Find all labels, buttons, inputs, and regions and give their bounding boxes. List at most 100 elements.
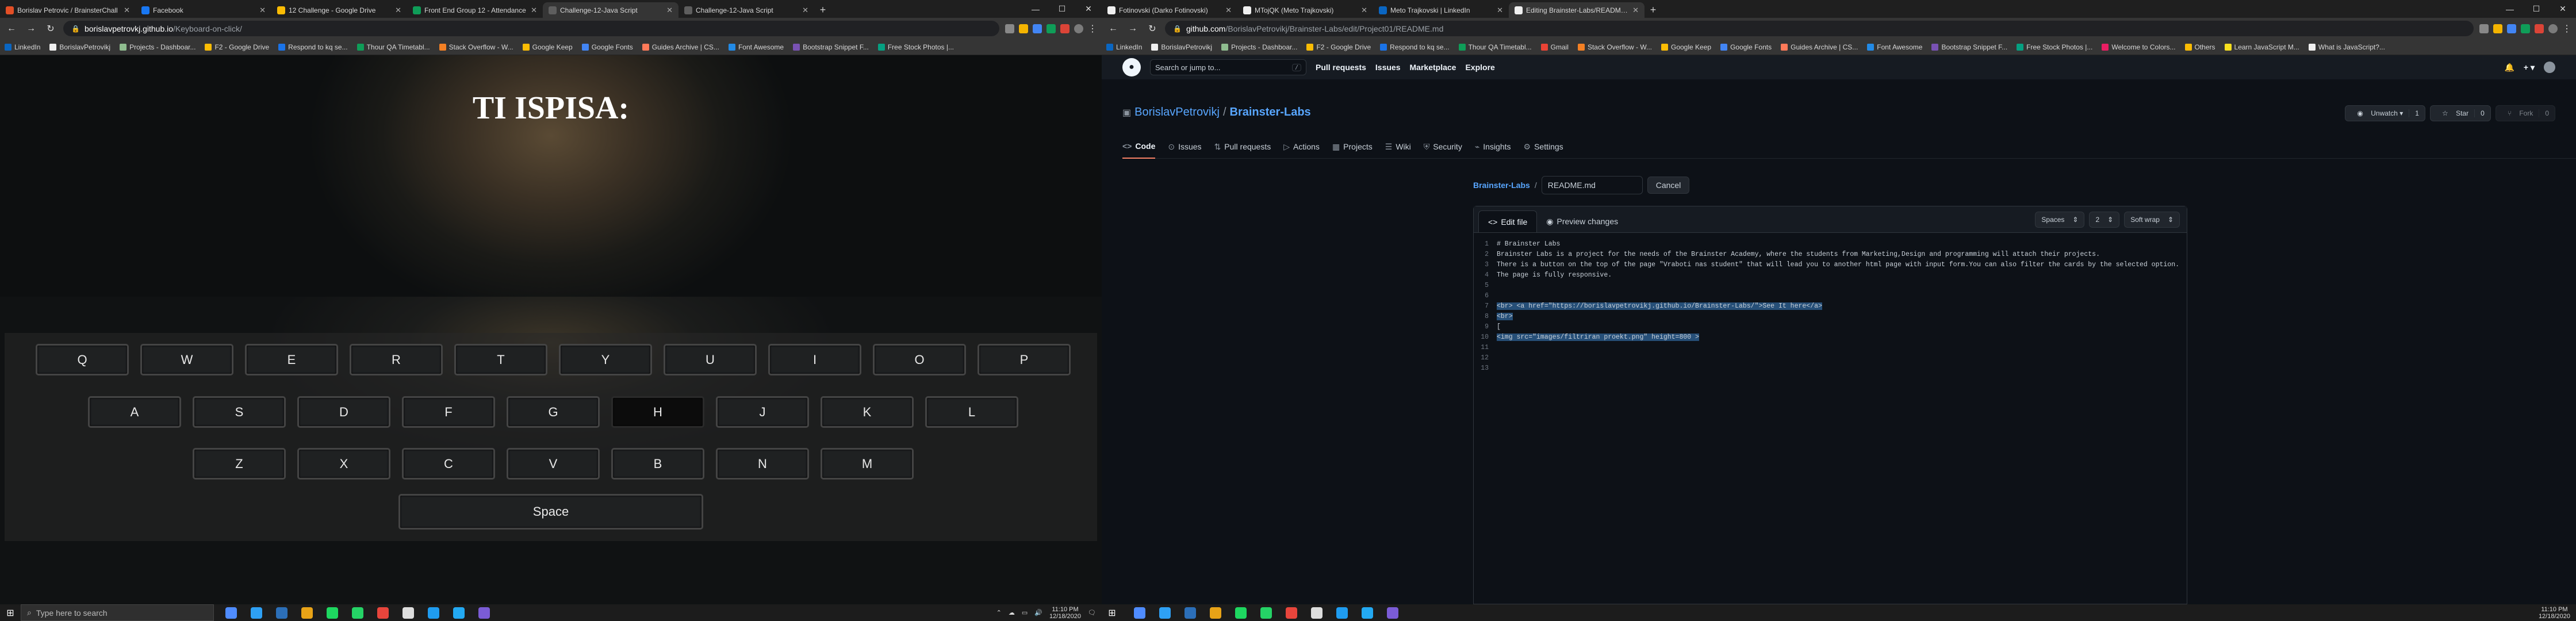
tab-insights[interactable]: ⌁ Insights — [1475, 135, 1511, 159]
taskbar-app-icon[interactable] — [1153, 604, 1176, 621]
nav-issues[interactable]: Issues — [1375, 63, 1401, 72]
github-search-input[interactable]: Search or jump to... / — [1150, 59, 1306, 75]
extension-icon[interactable] — [2493, 24, 2502, 33]
key-d[interactable]: D — [297, 396, 390, 428]
tray-clock[interactable]: 11:10 PM 12/18/2020 — [1049, 606, 1081, 620]
taskbar-app-icon[interactable] — [245, 604, 268, 621]
tab-close-icon[interactable]: ✕ — [666, 6, 673, 15]
extension-icon[interactable] — [1060, 24, 1070, 33]
key-n[interactable]: N — [716, 448, 809, 480]
tab-close-icon[interactable]: ✕ — [395, 6, 401, 15]
tab-wiki[interactable]: ☰ Wiki — [1385, 135, 1411, 159]
extension-icon[interactable] — [1046, 24, 1056, 33]
tab-close-icon[interactable]: ✕ — [124, 6, 130, 15]
bookmark-item[interactable]: Learn JavaScript M... — [2224, 43, 2299, 51]
windows-start-icon[interactable]: ⊞ — [1102, 604, 1122, 621]
key-l[interactable]: L — [925, 396, 1018, 428]
tab-security[interactable]: ⛨ Security — [1424, 135, 1462, 159]
network-icon[interactable]: ▭ — [1022, 609, 1028, 616]
tab-close-icon[interactable]: ✕ — [259, 6, 266, 15]
bookmark-item[interactable]: Thour QA Timetabl... — [1458, 43, 1532, 51]
bookmark-item[interactable]: Stack Overflow - W... — [1577, 43, 1652, 51]
taskbar-app-icon[interactable] — [1179, 604, 1202, 621]
extension-icon[interactable] — [2521, 24, 2530, 33]
browser-tab[interactable]: Front End Group 12 - Attendance ✕ — [407, 2, 543, 18]
tab-settings[interactable]: ⚙ Settings — [1524, 135, 1563, 159]
filename-input[interactable] — [1541, 176, 1643, 194]
space-key[interactable]: Space — [398, 494, 703, 530]
bookmark-item[interactable]: Font Awesome — [1867, 43, 1922, 51]
browser-tab[interactable]: Facebook ✕ — [136, 2, 271, 18]
taskbar-app-icon[interactable] — [422, 604, 445, 621]
github-logo-icon[interactable]: ● — [1122, 58, 1141, 76]
close-icon[interactable]: ✕ — [2550, 0, 2576, 18]
taskbar-app-icon[interactable] — [321, 604, 344, 621]
tab-close-icon[interactable]: ✕ — [1632, 6, 1639, 15]
tab-pull-requests[interactable]: ⇅ Pull requests — [1214, 135, 1271, 159]
taskbar-app-icon[interactable] — [1305, 604, 1328, 621]
tray-chevron-icon[interactable]: ⌃ — [996, 609, 1002, 616]
maximize-icon[interactable]: ☐ — [1049, 0, 1075, 18]
bookmark-item[interactable]: What is JavaScript?... — [2308, 43, 2385, 51]
bookmark-item[interactable]: Guides Archive | CS... — [642, 43, 719, 51]
back-icon[interactable]: ← — [1106, 24, 1120, 34]
tab-preview-changes[interactable]: ◉ Preview changes — [1537, 210, 1627, 232]
tab-close-icon[interactable]: ✕ — [802, 6, 808, 15]
repo-name-link[interactable]: Brainster-Labs — [1230, 106, 1311, 119]
browser-tab[interactable]: 12 Challenge - Google Drive ✕ — [271, 2, 407, 18]
profile-avatar[interactable] — [1074, 24, 1083, 33]
plus-icon[interactable]: + ▾ — [2524, 63, 2535, 72]
taskbar-app-icon[interactable] — [220, 604, 243, 621]
taskbar-app-icon[interactable] — [447, 604, 470, 621]
windows-start-icon[interactable]: ⊞ — [0, 604, 21, 621]
bookmark-item[interactable]: F2 - Google Drive — [1306, 43, 1371, 51]
bookmark-item[interactable]: Free Stock Photos |... — [877, 43, 954, 51]
bookmark-item[interactable]: BorislavPetrovikj — [49, 43, 110, 51]
unwatch-button[interactable]: ◉ Unwatch ▾ 1 — [2345, 105, 2425, 121]
bookmark-item[interactable]: Font Awesome — [728, 43, 784, 51]
tab-actions[interactable]: ▷ Actions — [1283, 135, 1320, 159]
indent-mode-select[interactable]: Spaces ⇕ — [2035, 212, 2085, 228]
key-a[interactable]: A — [88, 396, 181, 428]
browser-tab[interactable]: MTojQK (Meto Trajkovski) ✕ — [1237, 2, 1373, 18]
forward-icon[interactable]: → — [24, 24, 38, 34]
key-b[interactable]: B — [611, 448, 704, 480]
tab-issues[interactable]: ⊙ Issues — [1168, 135, 1201, 159]
bookmark-item[interactable]: F2 - Google Drive — [205, 43, 269, 51]
extension-icon[interactable] — [1019, 24, 1028, 33]
bell-icon[interactable]: 🔔 — [2504, 63, 2514, 72]
key-h[interactable]: H — [611, 396, 704, 428]
key-j[interactable]: J — [716, 396, 809, 428]
key-v[interactable]: V — [507, 448, 600, 480]
taskbar-app-icon[interactable] — [1331, 604, 1354, 621]
new-tab-button[interactable]: + — [1644, 2, 1662, 18]
key-r[interactable]: R — [350, 344, 443, 375]
star-bookmark-icon[interactable] — [2479, 24, 2489, 33]
taskbar-app-icon[interactable] — [1356, 604, 1379, 621]
taskbar-app-icon[interactable] — [270, 604, 293, 621]
key-u[interactable]: U — [664, 344, 757, 375]
key-i[interactable]: I — [768, 344, 861, 375]
extension-icon[interactable] — [1033, 24, 1042, 33]
key-p[interactable]: P — [977, 344, 1071, 375]
taskbar-search-input[interactable]: ⌕ Type here to search — [21, 604, 214, 621]
bookmark-item[interactable]: LinkedIn — [1106, 43, 1142, 51]
bookmark-item[interactable]: Free Stock Photos |... — [2017, 43, 2092, 51]
key-k[interactable]: K — [821, 396, 914, 428]
extension-icon[interactable] — [2535, 24, 2544, 33]
bookmark-item[interactable]: BorislavPetrovikj — [1151, 43, 1212, 51]
tab-close-icon[interactable]: ✕ — [1497, 6, 1503, 15]
tab-projects[interactable]: ▦ Projects — [1332, 135, 1373, 159]
bookmark-item[interactable]: Google Keep — [522, 43, 573, 51]
notification-icon[interactable]: 🗨 — [1088, 609, 1096, 616]
bookmark-item[interactable]: Google Keep — [1661, 43, 1711, 51]
browser-tab[interactable]: Fotinovski (Darko Fotinovski) ✕ — [1102, 2, 1237, 18]
volume-icon[interactable]: 🔊 — [1034, 609, 1042, 616]
bookmark-item[interactable]: Respond to kq se... — [1380, 43, 1450, 51]
breadcrumb-repo-link[interactable]: Brainster-Labs — [1473, 181, 1530, 190]
taskbar-app-icon[interactable] — [371, 604, 394, 621]
bookmark-item[interactable]: Google Fonts — [581, 43, 633, 51]
taskbar-app-icon[interactable] — [1381, 604, 1404, 621]
key-f[interactable]: F — [402, 396, 495, 428]
key-o[interactable]: O — [873, 344, 966, 375]
